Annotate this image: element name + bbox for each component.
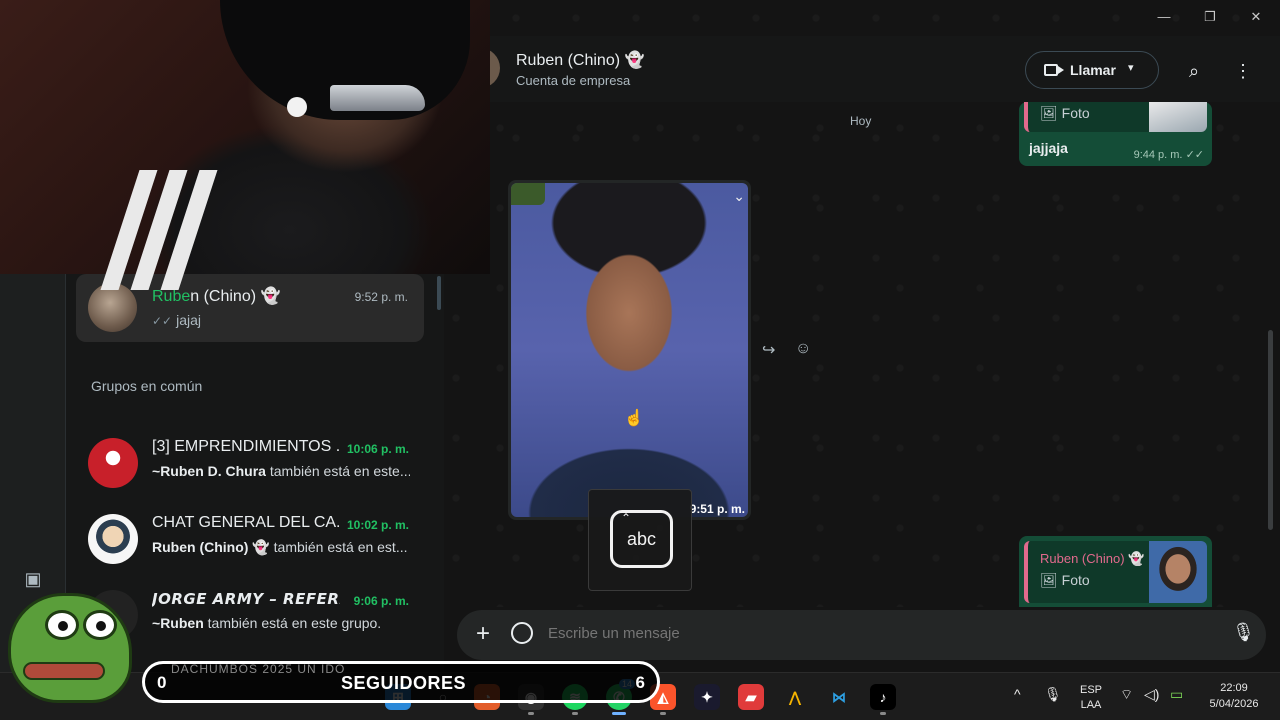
webcam-earbud [287, 97, 307, 117]
followers-background-text: DACHUMBOS 2025 UN IDO [171, 662, 346, 676]
running-indicator [528, 712, 534, 715]
minimize-button[interactable]: — [1149, 6, 1179, 28]
group-avatar [88, 438, 138, 488]
app-icon[interactable]: ✦ [694, 684, 720, 710]
battery-icon[interactable]: ▭ [1170, 686, 1183, 703]
frog-eye [83, 610, 117, 640]
outgoing-message[interactable]: Ruben (Chino) 👻 🖼 Foto [1019, 536, 1212, 608]
group-name: [3] EMPRENDIMIENTOS ... [152, 438, 340, 455]
running-indicator [572, 712, 578, 715]
outgoing-message[interactable]: 🖼 Foto jajjaja 9:44 p. m. ✓✓ [1019, 102, 1212, 166]
contact-chat-card[interactable]: Ruben (Chino) 👻 9:52 p. m. ✓✓ jajaj [76, 274, 424, 342]
quoted-thumbnail [1149, 102, 1207, 132]
react-emoji-icon[interactable]: ☺ [795, 340, 811, 358]
frog-sticker [0, 585, 140, 720]
volume-icon[interactable]: ◁) [1144, 686, 1159, 703]
microphone-icon[interactable]: 🎙 [1044, 686, 1062, 703]
group-member-note: Ruben (Chino) 👻 también está en est... [152, 539, 408, 555]
groups-in-common-title: Grupos en común [91, 378, 203, 394]
quoted-photo-label: 🖼 Foto [1040, 572, 1090, 588]
followers-label: SEGUIDORES [341, 673, 467, 693]
message-input[interactable] [548, 625, 1188, 642]
frog-mouth [23, 662, 105, 680]
vscode-icon[interactable]: ⋈ [826, 684, 852, 710]
clock[interactable]: 22:09 5/04/2026 [1198, 682, 1270, 710]
group-time: 9:06 p. m. [353, 594, 409, 608]
quoted-author: Ruben (Chino) 👻 [1040, 551, 1145, 566]
attach-plus-icon[interactable]: + [472, 622, 494, 646]
frog-pupil [58, 621, 68, 631]
group-member-note: ~Ruben D. Chura también está en este... [152, 463, 410, 479]
group-item[interactable]: [3] EMPRENDIMIENTOS ... 10:06 p. m. ~Rub… [76, 430, 424, 500]
group-time: 10:02 p. m. [346, 518, 409, 532]
day-separator: Hoy [850, 114, 872, 128]
panel-scrollbar[interactable] [437, 276, 441, 310]
running-indicator [880, 712, 886, 715]
group-time: 10:06 p. m. [346, 442, 409, 456]
group-avatar [88, 514, 138, 564]
group-item[interactable]: CHAT GENERAL DEL CA... 10:02 p. m. Ruben… [76, 506, 424, 576]
frog-pupil [96, 621, 106, 631]
app-icon[interactable]: ▰ [738, 684, 764, 710]
video-camera-icon [1044, 64, 1064, 76]
last-message: ✓✓ jajaj [152, 312, 202, 328]
message-time: 9:51 p. m. [689, 502, 745, 516]
caret-up-icon: ⌃ [621, 511, 632, 525]
language-indicator[interactable]: ESP LAA [1074, 684, 1108, 711]
group-name: CHAT GENERAL DEL CA... [152, 514, 340, 531]
restore-button[interactable]: ❐ [1195, 6, 1225, 28]
quoted-message[interactable]: 🖼 Foto [1024, 102, 1207, 132]
quoted-thumbnail [1149, 541, 1207, 603]
webcam-glasses [330, 85, 425, 111]
app-icon[interactable]: ⋀ [782, 684, 808, 710]
frog-head [8, 593, 132, 703]
microphone-icon[interactable]: 🎙 [1232, 622, 1255, 646]
ocr-label: abc [626, 529, 657, 549]
running-indicator [660, 712, 666, 715]
call-label: Llamar [1070, 62, 1116, 78]
chevron-down-icon: ▾ [1128, 62, 1134, 74]
read-ticks-icon: ✓✓ [1185, 149, 1204, 161]
message-time: 9:44 p. m. ✓✓ [1133, 149, 1204, 161]
image-icon: 🖼 [1040, 572, 1058, 588]
message-text: jajjaja [1029, 140, 1068, 156]
call-button[interactable]: Llamar ▾ [1025, 51, 1159, 89]
followers-right-count: 6 [635, 673, 645, 692]
frog-eye [45, 610, 79, 640]
read-ticks-icon: ✓✓ [152, 314, 173, 328]
quoted-photo-label: 🖼 Foto [1040, 105, 1090, 121]
sticker-emoji-icon[interactable] [511, 622, 533, 644]
avatar [88, 283, 137, 332]
search-icon[interactable]: ⌕ [1181, 58, 1207, 84]
group-name: JORGE ARMY – REFEREN... [152, 590, 340, 608]
hand-cursor-icon: ☝ [624, 410, 644, 427]
menu-icon[interactable]: ⋮ [1230, 58, 1256, 84]
photo-image[interactable] [511, 183, 748, 517]
header-contact-name[interactable]: Ruben (Chino) 👻 [516, 50, 644, 70]
photo-corner-overlay [511, 183, 545, 205]
text-recognition-overlay[interactable]: ⌃ abc [588, 489, 692, 591]
forward-icon[interactable]: ↪ [762, 340, 775, 360]
incoming-photo-message[interactable]: ⌄ 9:51 p. m. [508, 180, 751, 520]
followers-left-count: 0 [157, 673, 167, 692]
chat-time: 9:52 p. m. [354, 290, 408, 304]
active-indicator [612, 712, 626, 715]
ocr-icon: ⌃ abc [610, 510, 673, 568]
close-button[interactable]: ✕ [1241, 6, 1271, 28]
wifi-icon[interactable]: ⌔ [1120, 686, 1133, 704]
followers-overlay: DACHUMBOS 2025 UN IDO 0 SEGUIDORES 6 [142, 661, 660, 703]
header-subtitle: Cuenta de empresa [516, 73, 631, 88]
quoted-message[interactable]: Ruben (Chino) 👻 🖼 Foto [1024, 541, 1207, 603]
webcam-overlay [0, 0, 490, 290]
screen: ▣ Ruben (Chino) 👻 9:52 p. m. ✓✓ jajaj Gru… [0, 0, 1280, 720]
chevron-down-icon[interactable]: ⌄ [733, 188, 745, 205]
chat-scrollbar[interactable] [1268, 330, 1273, 530]
tray-overflow-icon[interactable]: ^ [1014, 686, 1021, 702]
tiktok-icon[interactable]: ♪ [870, 684, 896, 710]
group-member-note: ~Ruben también está en este grupo. [152, 615, 382, 631]
image-icon: 🖼 [1040, 105, 1058, 121]
